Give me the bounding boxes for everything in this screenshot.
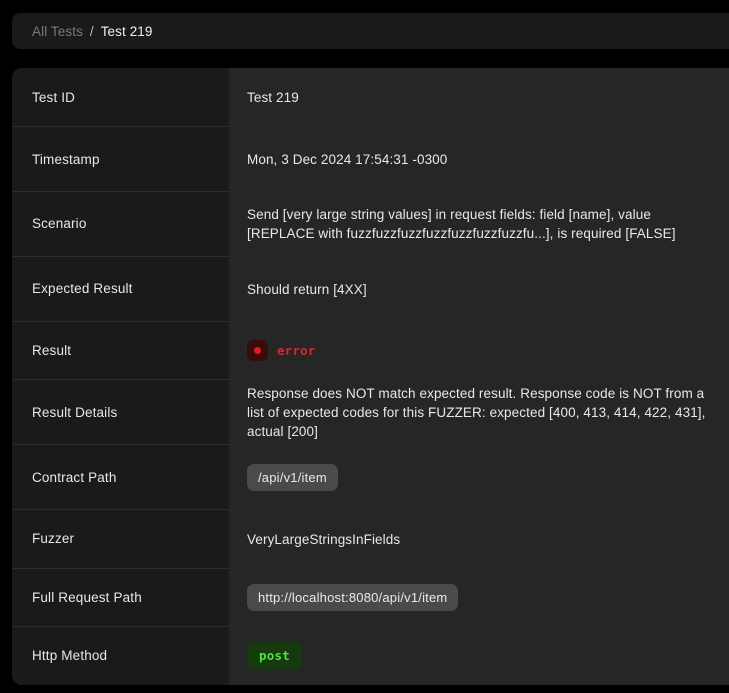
detail-label-full-request-path: Full Request Path [12, 569, 229, 627]
detail-label-http-method: Http Method [32, 648, 108, 664]
timestamp-value: Mon, 3 Dec 2024 17:54:31 -0300 [247, 152, 448, 168]
breadcrumb-separator: / [89, 23, 94, 39]
detail-row-result-details: Response does NOT match expected result.… [229, 380, 729, 445]
detail-label-result-details: Result Details [12, 380, 229, 446]
detail-label-test-id: Test ID [12, 68, 229, 128]
expected-result-value: Should return [4XX] [247, 281, 367, 297]
breadcrumb-link-all-tests[interactable]: All Tests [32, 24, 83, 39]
detail-row-scenario: Send [very large string values] in reque… [229, 192, 729, 256]
error-dot-icon [247, 340, 268, 362]
result-details-value: Response does NOT match expected result.… [247, 386, 706, 440]
detail-row-fuzzer: VeryLargeStringsInFields [229, 510, 729, 568]
fuzzer-value: VeryLargeStringsInFields [247, 531, 401, 547]
detail-label-expected-result: Expected Result [12, 257, 229, 322]
detail-row-full-request-path: http://localhost:8080/api/v1/item [229, 569, 729, 627]
detail-row-http-method: post [229, 627, 729, 685]
detail-value-column: Test 219 Mon, 3 Dec 2024 17:54:31 -0300 … [229, 68, 729, 685]
detail-label-contract-path: Contract Path [12, 445, 229, 511]
detail-label-scenario: Scenario [12, 192, 229, 257]
detail-row-test-id: Test 219 [229, 68, 729, 127]
breadcrumb: All Tests / Test 219 [12, 13, 729, 49]
breadcrumb-current-test: Test 219 [100, 23, 153, 39]
detail-label-timestamp: Timestamp [12, 127, 229, 193]
error-dot-inner [254, 347, 261, 355]
contract-path-chip[interactable]: /api/v1/item [247, 464, 338, 492]
detail-row-expected-result: Should return [4XX] [229, 257, 729, 322]
detail-label-result: Result [12, 322, 229, 380]
scenario-value: Send [very large string values] in reque… [247, 207, 676, 242]
detail-label-fuzzer: Fuzzer [12, 510, 229, 569]
detail-label-column: Test ID Timestamp Scenario Expected Resu… [12, 68, 229, 685]
test-detail-card: Test ID Timestamp Scenario Expected Resu… [12, 68, 729, 685]
detail-row-timestamp: Mon, 3 Dec 2024 17:54:31 -0300 [229, 127, 729, 192]
detail-row-contract-path: /api/v1/item [229, 445, 729, 510]
status-badge: error [247, 340, 316, 362]
test-id-value: Test 219 [247, 90, 299, 106]
test-detail-page: All Tests / Test 219 Test ID Timestamp S… [0, 0, 729, 693]
status-badge-label: error [277, 343, 316, 359]
full-request-path-chip[interactable]: http://localhost:8080/api/v1/item [247, 584, 459, 612]
detail-row-result: error [229, 322, 729, 380]
http-method-badge: post [247, 642, 302, 670]
